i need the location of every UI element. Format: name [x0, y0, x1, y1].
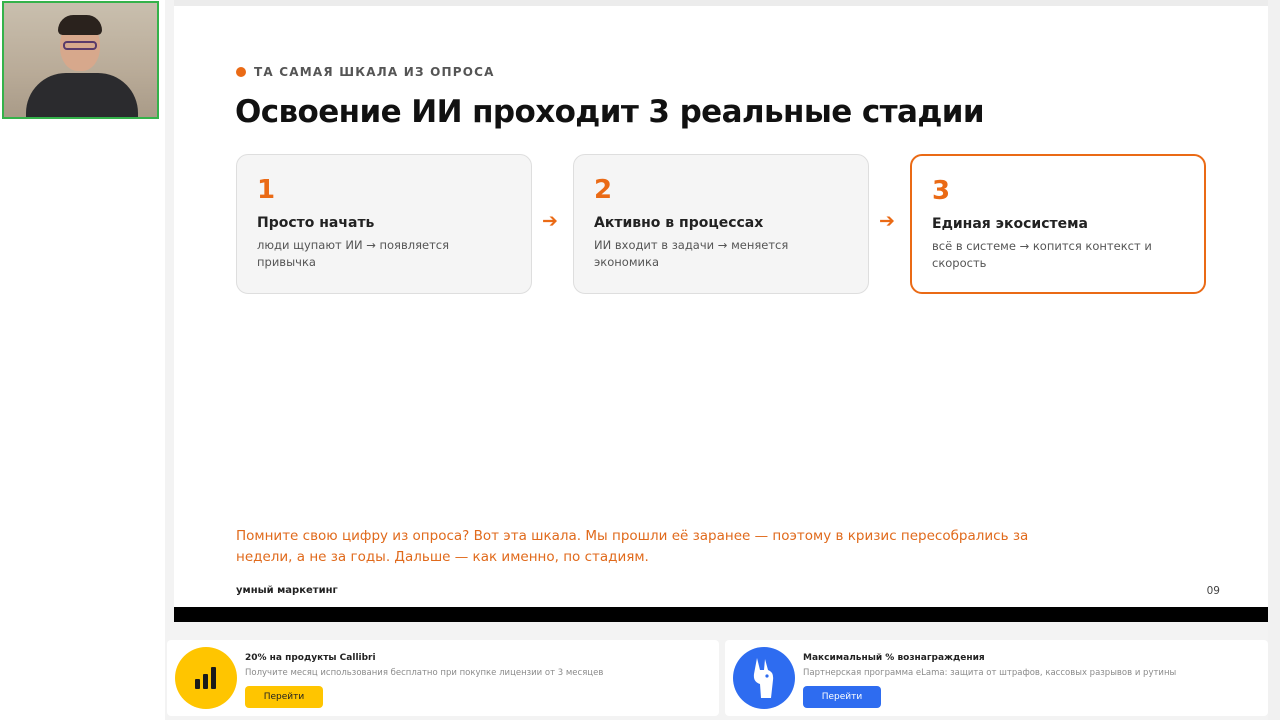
promo-go-button[interactable]: Перейти [245, 686, 323, 708]
stage-description: всё в системе → копится контекст и скоро… [932, 239, 1152, 270]
promo-subtitle: Партнерская программа eLama: защита от ш… [803, 668, 1177, 678]
stage-title: Активно в процессах [594, 215, 764, 231]
stage-title: Просто начать [257, 215, 375, 231]
promo-title: Максимальный % вознаграждения [803, 653, 985, 663]
participants-panel [0, 0, 165, 720]
stage-description: ИИ входит в задачи → меняется экономика [594, 238, 789, 269]
arrow-right-icon: ➔ [542, 210, 558, 232]
right-scrollbar-area [1268, 0, 1280, 720]
llama-icon [733, 647, 795, 709]
slide-bottom-bar [174, 607, 1268, 622]
slide-page-number: 09 [1206, 585, 1220, 597]
participant-video[interactable] [2, 1, 159, 119]
presentation-slide: ТА САМАЯ ШКАЛА ИЗ ОПРОСА Освоение ИИ про… [174, 0, 1268, 607]
person-body [26, 73, 138, 117]
bars-chart-icon [175, 647, 237, 709]
promo-banner-callibri[interactable]: 20% на продукты Callibri Получите месяц … [167, 640, 719, 716]
slide-quote: Помните свою цифру из опроса? Вот эта шк… [236, 528, 1029, 565]
person-glasses [63, 41, 97, 50]
stage-card-3: 3 Единая экосистема всё в системе → копи… [910, 154, 1206, 294]
stage-card-2: 2 Активно в процессах ИИ входит в задачи… [573, 154, 869, 294]
stage-number: 2 [594, 175, 613, 205]
stage-title: Единая экосистема [932, 216, 1088, 232]
video-conference-view: ТА САМАЯ ШКАЛА ИЗ ОПРОСА Освоение ИИ про… [0, 0, 1280, 720]
promo-go-button[interactable]: Перейти [803, 686, 881, 708]
stage-number: 1 [257, 175, 276, 205]
stage-description: люди щупают ИИ → появляется привычка [257, 238, 450, 269]
promo-subtitle: Получите месяц использования бесплатно п… [245, 668, 604, 678]
slide-eyebrow: ТА САМАЯ ШКАЛА ИЗ ОПРОСА [236, 65, 495, 79]
arrow-right-icon: ➔ [879, 210, 895, 232]
person-hair [58, 15, 102, 35]
slide-headline: Освоение ИИ проходит 3 реальные стадии [235, 94, 985, 130]
eyebrow-text: ТА САМАЯ ШКАЛА ИЗ ОПРОСА [254, 65, 495, 79]
eyebrow-dot-icon [236, 67, 246, 77]
stage-number: 3 [932, 176, 951, 206]
promo-title: 20% на продукты Callibri [245, 653, 376, 663]
stage-card-1: 1 Просто начать люди щупают ИИ → появляе… [236, 154, 532, 294]
slide-brand: умный маркетинг [236, 585, 338, 596]
slide-top-divider [174, 0, 1268, 6]
promo-banner-elama[interactable]: Максимальный % вознаграждения Партнерска… [725, 640, 1268, 716]
